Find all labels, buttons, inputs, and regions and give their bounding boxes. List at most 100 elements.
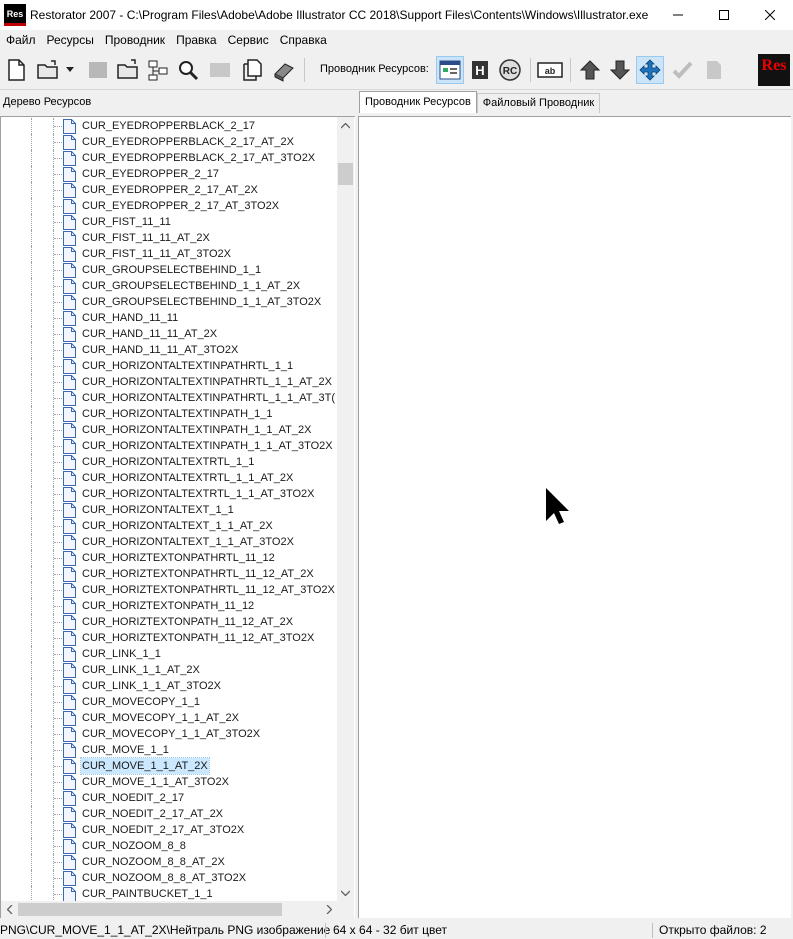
- tree-item[interactable]: CUR_MOVE_1_1: [1, 742, 337, 758]
- view-rc-button[interactable]: RC: [496, 56, 524, 84]
- tree-view-button[interactable]: [144, 56, 172, 84]
- file-icon: [63, 199, 76, 214]
- resource-tree[interactable]: CUR_EYEDROPPERBLACK_2_17 CUR_EYEDROPPERBL…: [0, 116, 355, 918]
- new-button[interactable]: [2, 56, 30, 84]
- view-text-button[interactable]: ab: [536, 56, 564, 84]
- tree-item[interactable]: CUR_GROUPSELECTBEHIND_1_1: [1, 262, 337, 278]
- tree-item[interactable]: CUR_LINK_1_1_AT_3TO2X: [1, 678, 337, 694]
- tree-item[interactable]: CUR_EYEDROPPERBLACK_2_17_AT_3TO2X: [1, 150, 337, 166]
- tree-item[interactable]: CUR_HORIZONTALTEXT_1_1_AT_3TO2X: [1, 534, 337, 550]
- tab-resource-explorer[interactable]: Проводник Ресурсов: [359, 91, 477, 113]
- file-icon: [63, 887, 76, 902]
- tree-item[interactable]: CUR_HORIZONTALTEXT_1_1: [1, 502, 337, 518]
- tree-item[interactable]: CUR_HORIZONTALTEXTRTL_1_1: [1, 454, 337, 470]
- menu-resources[interactable]: Ресурсы: [41, 30, 99, 50]
- tree-item[interactable]: CUR_EYEDROPPER_2_17: [1, 166, 337, 182]
- tree-item[interactable]: CUR_MOVE_1_1_AT_3TO2X: [1, 774, 337, 790]
- tree-item[interactable]: CUR_HORIZONTALTEXTINPATH_1_1: [1, 406, 337, 422]
- tree-vertical-scrollbar[interactable]: [337, 117, 354, 901]
- file-icon: [63, 743, 76, 758]
- tree-item[interactable]: CUR_HAND_11_11: [1, 310, 337, 326]
- tree-item[interactable]: CUR_FIST_11_11_AT_2X: [1, 230, 337, 246]
- copy-button[interactable]: [238, 56, 266, 84]
- tree-item[interactable]: CUR_EYEDROPPER_2_17_AT_2X: [1, 182, 337, 198]
- tree-item[interactable]: CUR_MOVECOPY_1_1_AT_3TO2X: [1, 726, 337, 742]
- menu-file[interactable]: Файл: [0, 30, 41, 50]
- tree-item[interactable]: CUR_EYEDROPPERBLACK_2_17: [1, 118, 337, 134]
- resource-edit-button[interactable]: [206, 56, 234, 84]
- tree-item[interactable]: CUR_HORIZTEXTONPATHRTL_11_12_AT_3TO2X: [1, 582, 337, 598]
- tree-item[interactable]: CUR_HORIZONTALTEXTINPATH_1_1_AT_2X: [1, 422, 337, 438]
- tree-item[interactable]: CUR_FIST_11_11_AT_3TO2X: [1, 246, 337, 262]
- tree-item[interactable]: CUR_MOVECOPY_1_1_AT_2X: [1, 710, 337, 726]
- tree-item[interactable]: CUR_NOZOOM_8_8: [1, 838, 337, 854]
- view-normal-button[interactable]: [436, 56, 464, 84]
- tree-connector: [54, 222, 62, 223]
- scroll-thumb[interactable]: [338, 163, 353, 185]
- scroll-left-arrow[interactable]: [1, 901, 18, 918]
- app-icon[interactable]: Res: [4, 4, 26, 26]
- tree-item[interactable]: CUR_HORIZONTALTEXT_1_1_AT_2X: [1, 518, 337, 534]
- tree-connector: [31, 758, 32, 774]
- tree-connector: [31, 262, 32, 278]
- tree-item[interactable]: CUR_GROUPSELECTBEHIND_1_1_AT_3TO2X: [1, 294, 337, 310]
- apply-button[interactable]: [668, 56, 696, 84]
- move-down-button[interactable]: [606, 56, 634, 84]
- tree-item[interactable]: CUR_HORIZTEXTONPATH_11_12_AT_2X: [1, 614, 337, 630]
- tree-connector: [54, 430, 62, 431]
- tree-item[interactable]: CUR_HORIZTEXTONPATHRTL_11_12: [1, 550, 337, 566]
- tree-item[interactable]: CUR_NOZOOM_8_8_AT_3TO2X: [1, 870, 337, 886]
- tree-item[interactable]: CUR_HORIZTEXTONPATH_11_12: [1, 598, 337, 614]
- tree-item[interactable]: CUR_PAINTBUCKET_1_1: [1, 886, 337, 902]
- tree-item[interactable]: CUR_HORIZONTALTEXTINPATH_1_1_AT_3TO2X: [1, 438, 337, 454]
- tree-item[interactable]: CUR_FIST_11_11: [1, 214, 337, 230]
- scroll-down-arrow[interactable]: [337, 884, 354, 901]
- view-hex-button[interactable]: H: [466, 56, 494, 84]
- tree-item[interactable]: CUR_HAND_11_11_AT_3TO2X: [1, 342, 337, 358]
- center-button[interactable]: [636, 56, 664, 84]
- save-button[interactable]: [84, 56, 112, 84]
- save-as-button[interactable]: [114, 56, 142, 84]
- tree-item[interactable]: CUR_HORIZTEXTONPATHRTL_11_12_AT_2X: [1, 566, 337, 582]
- cancel-button[interactable]: [700, 56, 728, 84]
- tree-item[interactable]: CUR_EYEDROPPERBLACK_2_17_AT_2X: [1, 134, 337, 150]
- tree-item[interactable]: CUR_HORIZONTALTEXTINPATHRTL_1_1_AT_2X: [1, 374, 337, 390]
- scroll-thumb[interactable]: [18, 903, 282, 916]
- open-dropdown-button[interactable]: [62, 56, 78, 84]
- tree-horizontal-scrollbar[interactable]: [1, 901, 337, 918]
- book-button[interactable]: [270, 56, 298, 84]
- tree-item[interactable]: CUR_NOZOOM_8_8_AT_2X: [1, 854, 337, 870]
- window-view-icon: [439, 60, 461, 80]
- menu-service[interactable]: Сервис: [222, 30, 274, 50]
- maximize-button[interactable]: [701, 0, 747, 30]
- tree-item-label: CUR_HORIZTEXTONPATH_11_12: [82, 600, 255, 612]
- tree-item[interactable]: CUR_HAND_11_11_AT_2X: [1, 326, 337, 342]
- minimize-button[interactable]: [655, 0, 701, 30]
- tree-item[interactable]: CUR_HORIZTEXTONPATH_11_12_AT_3TO2X: [1, 630, 337, 646]
- tree-connector: [31, 662, 32, 678]
- menu-edit[interactable]: Правка: [170, 30, 222, 50]
- tree-item[interactable]: CUR_NOEDIT_2_17: [1, 790, 337, 806]
- tree-connector: [31, 886, 32, 902]
- tree-item[interactable]: CUR_NOEDIT_2_17_AT_3TO2X: [1, 822, 337, 838]
- tree-item[interactable]: CUR_LINK_1_1_AT_2X: [1, 662, 337, 678]
- tree-item[interactable]: CUR_MOVE_1_1_AT_2X: [1, 757, 337, 775]
- open-button[interactable]: [34, 56, 62, 84]
- tree-item[interactable]: CUR_HORIZONTALTEXTINPATHRTL_1_1_AT_3T(: [1, 390, 337, 406]
- move-up-button[interactable]: [576, 56, 604, 84]
- tree-item[interactable]: CUR_MOVECOPY_1_1: [1, 694, 337, 710]
- tree-item[interactable]: CUR_HORIZONTALTEXTRTL_1_1_AT_2X: [1, 470, 337, 486]
- tree-item[interactable]: CUR_HORIZONTALTEXTRTL_1_1_AT_3TO2X: [1, 486, 337, 502]
- tree-item[interactable]: CUR_LINK_1_1: [1, 646, 337, 662]
- tree-item[interactable]: CUR_GROUPSELECTBEHIND_1_1_AT_2X: [1, 278, 337, 294]
- tree-item[interactable]: CUR_NOEDIT_2_17_AT_2X: [1, 806, 337, 822]
- menu-explorer[interactable]: Проводник: [99, 30, 170, 50]
- tree-item[interactable]: CUR_HORIZONTALTEXTINPATHRTL_1_1: [1, 358, 337, 374]
- tree-item[interactable]: CUR_EYEDROPPER_2_17_AT_3TO2X: [1, 198, 337, 214]
- menu-help[interactable]: Справка: [274, 30, 332, 50]
- tab-file-explorer[interactable]: Файловый Проводник: [476, 93, 601, 113]
- scroll-up-arrow[interactable]: [337, 117, 354, 134]
- scroll-right-arrow[interactable]: [320, 901, 337, 918]
- close-button[interactable]: [747, 0, 793, 30]
- find-button[interactable]: [174, 56, 202, 84]
